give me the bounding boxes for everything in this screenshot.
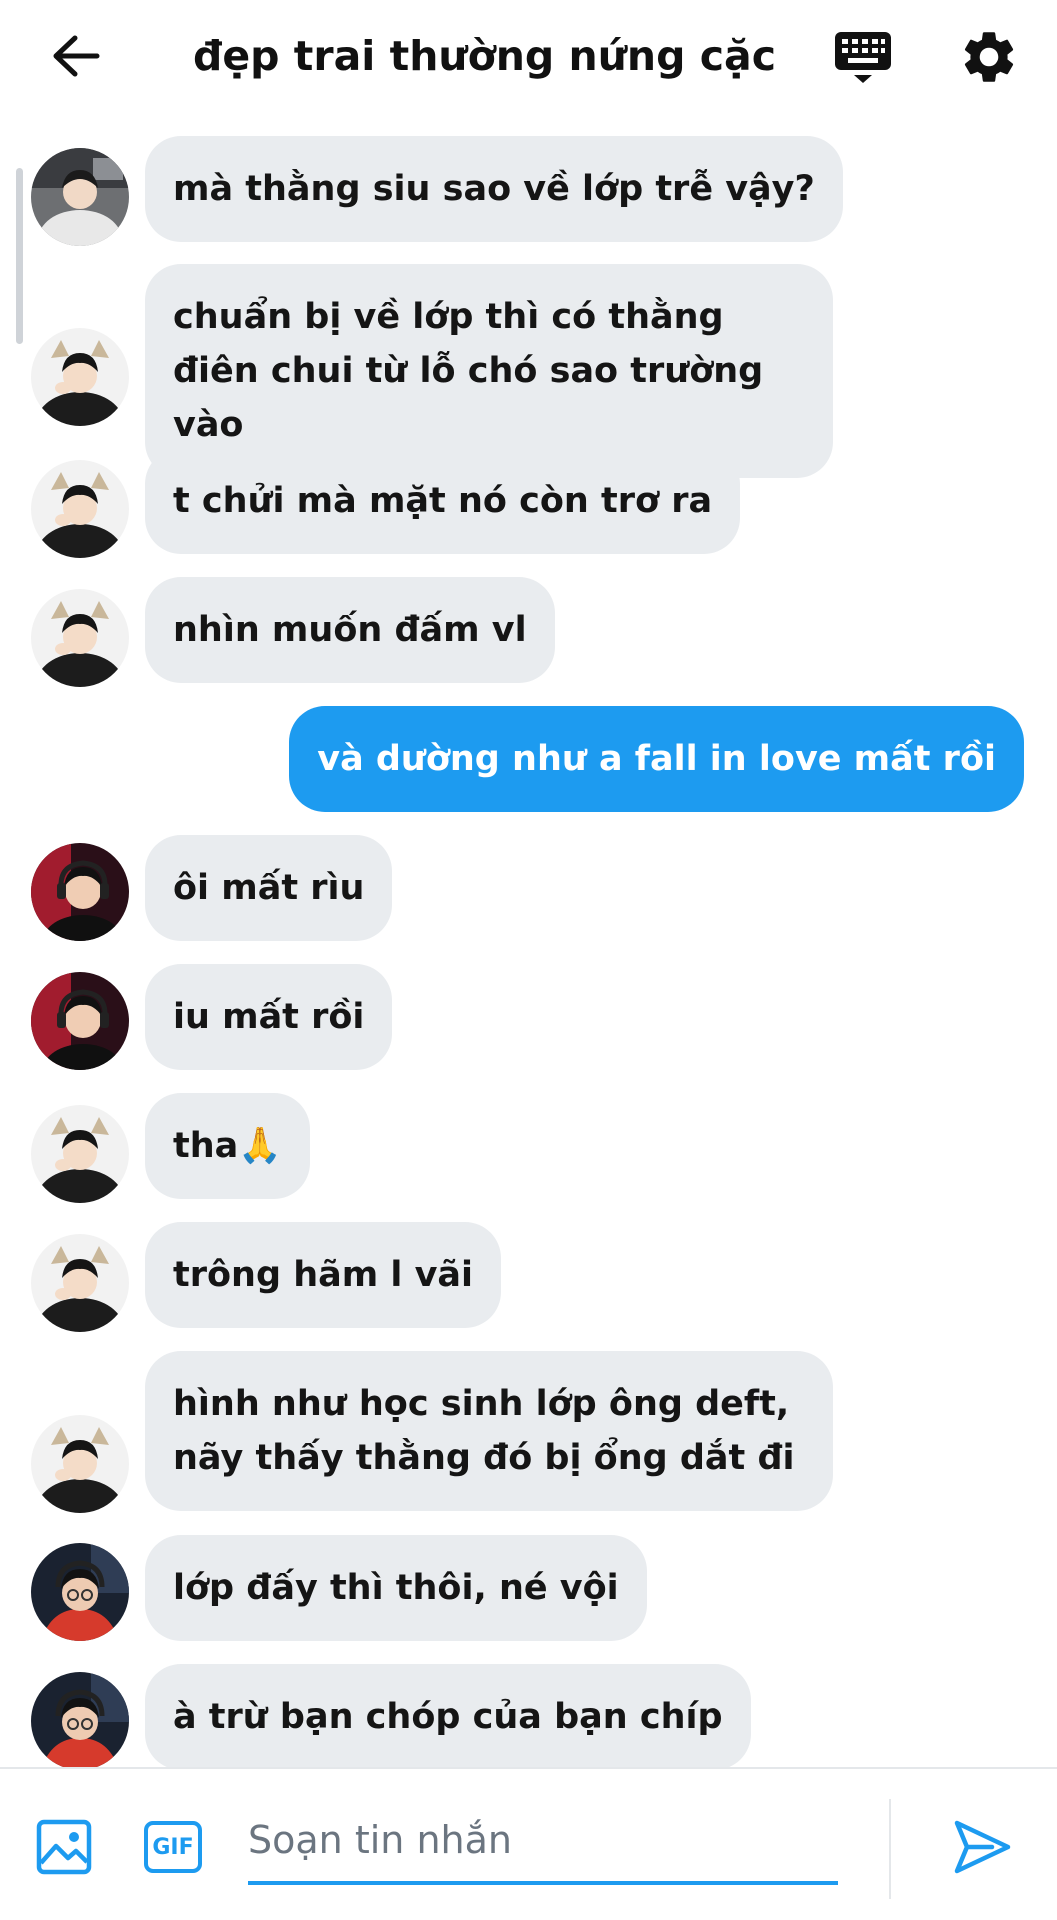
chat-header: đẹp trai thường nứng cặc: [0, 0, 1057, 120]
message-bubble[interactable]: chuẩn bị về lớp thì có thằng điên chui t…: [145, 264, 833, 478]
keyboard-icon: [835, 32, 891, 83]
back-button[interactable]: [44, 28, 108, 84]
attach-image-button[interactable]: [36, 1819, 92, 1875]
avatar[interactable]: [31, 148, 129, 246]
avatar[interactable]: [31, 1105, 129, 1203]
message-bubble[interactable]: hình như học sinh lớp ông deft, nãy thấy…: [145, 1351, 833, 1511]
arrow-left-icon: [53, 35, 100, 77]
image-icon: [36, 1819, 92, 1875]
avatar[interactable]: [31, 328, 129, 426]
avatar[interactable]: [31, 460, 129, 558]
message-input[interactable]: [248, 1799, 838, 1885]
avatar[interactable]: [31, 1543, 129, 1641]
message-composer: GIF: [0, 1767, 1057, 1920]
message-bubble-outgoing[interactable]: và dường như a fall in love mất rồi: [289, 706, 1024, 812]
message-bubble[interactable]: lớp đấy thì thôi, né vội: [145, 1535, 647, 1641]
composer-divider: [889, 1799, 891, 1899]
message-bubble[interactable]: nhìn muốn đấm vl: [145, 577, 555, 683]
avatar[interactable]: [31, 589, 129, 687]
settings-button[interactable]: [958, 26, 1020, 88]
send-icon: [954, 1820, 1011, 1874]
message-bubble[interactable]: iu mất rồi: [145, 964, 393, 1070]
avatar[interactable]: [31, 972, 129, 1070]
message-bubble[interactable]: t chửi mà mặt nó còn trơ ra: [145, 448, 741, 554]
message-bubble[interactable]: tha🙏: [145, 1093, 310, 1199]
message-list[interactable]: mà thằng siu sao về lớp trễ vậy? chuẩn b…: [0, 130, 1057, 1770]
send-button[interactable]: [952, 1817, 1012, 1877]
gif-button[interactable]: GIF: [144, 1821, 202, 1873]
gear-icon: [964, 32, 1014, 82]
avatar[interactable]: [31, 1234, 129, 1332]
avatar[interactable]: [31, 1415, 129, 1513]
message-bubble[interactable]: à trừ bạn chóp của bạn chíp: [145, 1664, 751, 1770]
message-bubble[interactable]: mà thằng siu sao về lớp trễ vậy?: [145, 136, 843, 242]
keyboard-toggle-button[interactable]: [832, 26, 894, 88]
conversation-title[interactable]: đẹp trai thường nứng cặc: [193, 28, 776, 84]
avatar[interactable]: [31, 843, 129, 941]
message-bubble[interactable]: trông hãm l vãi: [145, 1222, 501, 1328]
avatar[interactable]: [31, 1672, 129, 1770]
message-bubble[interactable]: ôi mất rìu: [145, 835, 393, 941]
